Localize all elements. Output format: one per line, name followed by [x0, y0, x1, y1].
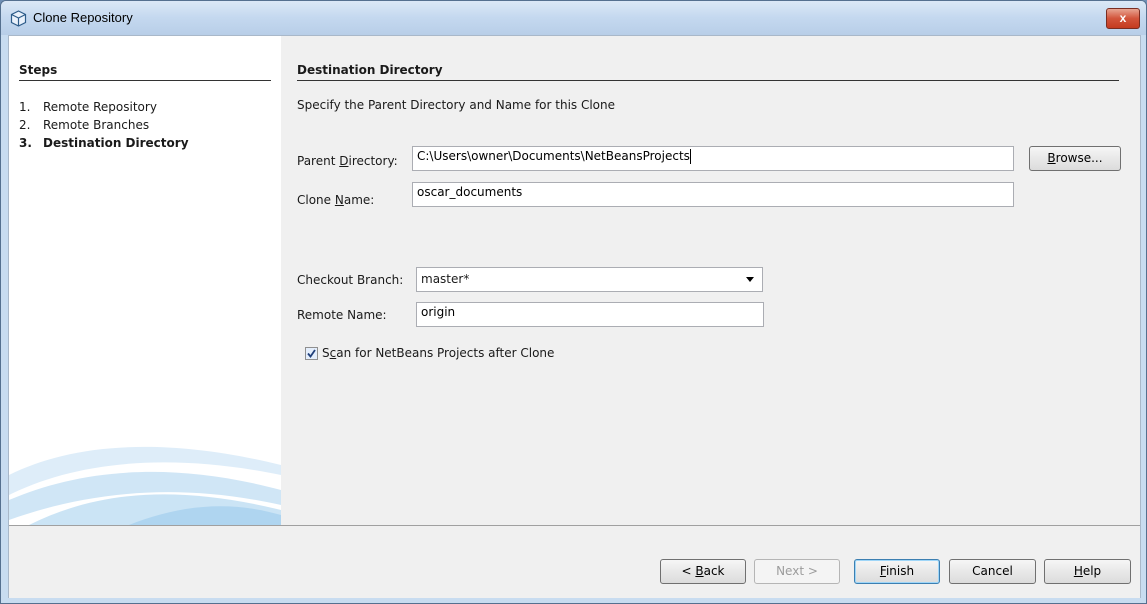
- steps-header: Steps: [19, 63, 271, 81]
- chevron-down-icon: [746, 277, 754, 282]
- parent-directory-label: Parent Directory:: [297, 154, 398, 168]
- next-button[interactable]: Next >: [754, 559, 840, 584]
- text-cursor: [689, 149, 691, 164]
- cancel-button[interactable]: Cancel: [949, 559, 1036, 584]
- remote-name-value: origin: [421, 305, 456, 319]
- title-bar[interactable]: Clone Repository x: [1, 1, 1146, 35]
- checkmark-icon: [307, 349, 316, 358]
- checkout-branch-label: Checkout Branch:: [297, 273, 404, 287]
- remote-name-label: Remote Name:: [297, 308, 387, 322]
- step-label: Remote Repository: [43, 100, 157, 114]
- step-item-destination-directory: 3. Destination Directory: [19, 136, 189, 150]
- window-title: Clone Repository: [33, 10, 133, 25]
- step-label: Destination Directory: [43, 136, 189, 150]
- step-label: Remote Branches: [43, 118, 150, 132]
- clone-name-field[interactable]: oscar_documents: [412, 182, 1014, 207]
- dialog-body: Steps 1. Remote Repository 2. Remote Branc…: [8, 35, 1141, 598]
- parent-directory-value: C:\Users\owner\Documents\NetBeansProject…: [417, 149, 690, 163]
- clone-name-value: oscar_documents: [417, 185, 523, 199]
- decorative-swoosh-graphic: [9, 446, 281, 525]
- close-button[interactable]: x: [1106, 8, 1140, 29]
- steps-panel: Steps 1. Remote Repository 2. Remote Branc…: [9, 36, 281, 525]
- destination-directory-panel: Destination Directory Specify the Parent…: [281, 36, 1140, 525]
- back-button[interactable]: < Back: [660, 559, 746, 584]
- browse-button[interactable]: Browse...: [1029, 146, 1121, 171]
- netbeans-cube-icon: [10, 10, 27, 27]
- step-item-remote-branches: 2. Remote Branches: [19, 118, 149, 132]
- panel-title: Destination Directory: [297, 63, 1119, 81]
- close-icon: x: [1119, 11, 1127, 25]
- step-number: 1.: [19, 100, 31, 114]
- parent-directory-field[interactable]: C:\Users\owner\Documents\NetBeansProject…: [412, 146, 1014, 171]
- step-number: 2.: [19, 118, 31, 132]
- clone-repository-dialog: Clone Repository x Steps 1. Remote Reposi…: [0, 0, 1147, 604]
- scan-projects-label[interactable]: Scan for NetBeans Projects after Clone: [322, 346, 554, 360]
- help-button[interactable]: Help: [1044, 559, 1131, 584]
- dialog-button-bar: < Back Next > Finish Cancel Help: [9, 525, 1140, 598]
- checkout-branch-value: master*: [421, 272, 470, 286]
- checkout-branch-dropdown[interactable]: master*: [416, 267, 763, 292]
- step-item-remote-repository: 1. Remote Repository: [19, 100, 157, 114]
- clone-name-label: Clone Name:: [297, 193, 375, 207]
- remote-name-field[interactable]: origin: [416, 302, 764, 327]
- scan-projects-checkbox[interactable]: [305, 347, 318, 360]
- panel-description: Specify the Parent Directory and Name fo…: [297, 98, 616, 112]
- step-number: 3.: [19, 136, 32, 150]
- finish-button[interactable]: Finish: [854, 559, 940, 584]
